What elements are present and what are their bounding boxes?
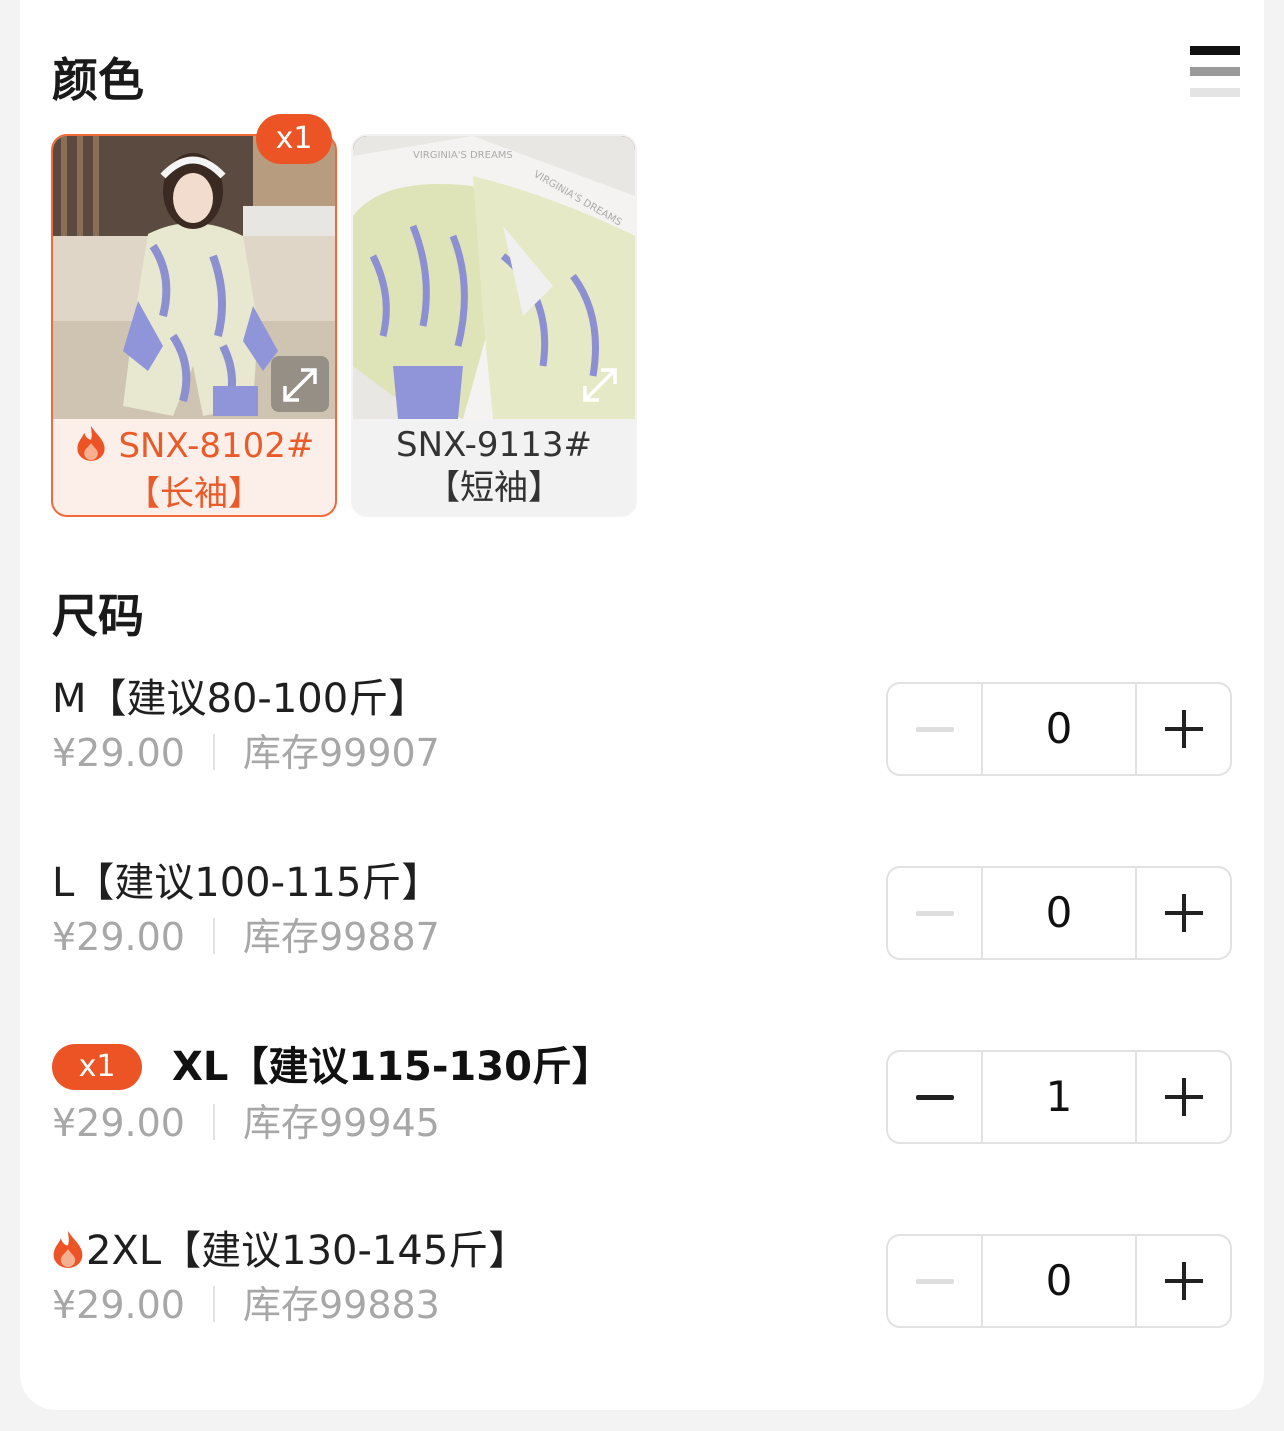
- list-view-icon: [1190, 46, 1240, 55]
- selected-count-badge: x1: [52, 1044, 142, 1090]
- decrease-button[interactable]: [888, 684, 983, 774]
- quantity-stepper: 0: [886, 1234, 1232, 1328]
- increase-button[interactable]: [1135, 1052, 1230, 1142]
- size-row-m: M【建议80-100斤】 ¥29.00 库存99907 0: [52, 674, 1232, 776]
- decrease-button[interactable]: [888, 868, 983, 958]
- quantity-stepper: 0: [886, 866, 1232, 960]
- size-price: ¥29.00: [52, 915, 185, 959]
- increase-button[interactable]: [1135, 684, 1230, 774]
- quantity-value[interactable]: 0: [983, 868, 1135, 958]
- size-section-title: 尺码: [52, 589, 144, 643]
- color-option-sleeve: 【长袖】: [126, 474, 262, 514]
- quantity-value[interactable]: 1: [983, 1052, 1135, 1142]
- expand-arrows-icon[interactable]: [571, 356, 629, 412]
- fire-icon: [50, 1229, 86, 1281]
- size-price: ¥29.00: [52, 1101, 185, 1145]
- size-stock: 库存99883: [242, 1283, 440, 1327]
- size-row-xl: x1 XL【建议115-130斤】 ¥29.00 库存99945 1: [52, 1042, 1232, 1145]
- minus-icon: [916, 911, 954, 916]
- increase-button[interactable]: [1135, 868, 1230, 958]
- size-name: XL【建议115-130斤】: [172, 1044, 612, 1090]
- svg-text:VIRGINIA'S DREAMS: VIRGINIA'S DREAMS: [413, 150, 513, 161]
- size-row-l: L【建议100-115斤】 ¥29.00 库存99887 0: [52, 858, 1232, 960]
- size-name: M【建议80-100斤】: [52, 676, 429, 722]
- color-option-code: SNX-9113#: [396, 425, 592, 465]
- minus-icon: [916, 1095, 954, 1100]
- color-option-code: SNX-8102#: [118, 426, 315, 466]
- color-option-sleeve: 【短袖】: [426, 468, 562, 508]
- quantity-stepper: 0: [886, 682, 1232, 776]
- minus-icon: [916, 727, 954, 732]
- quantity-value[interactable]: 0: [983, 1236, 1135, 1326]
- quantity-value[interactable]: 0: [983, 684, 1135, 774]
- size-name: L【建议100-115斤】: [52, 860, 442, 906]
- size-stock: 库存99887: [242, 915, 440, 959]
- selected-count-badge: x1: [256, 114, 332, 164]
- size-row-2xl: 2XL【建议130-145斤】 ¥29.00 库存99883 0: [50, 1226, 1232, 1328]
- quantity-stepper: 1: [886, 1050, 1232, 1144]
- expand-arrows-icon[interactable]: [271, 356, 329, 412]
- color-option-snx-9113[interactable]: VIRGINIA'S DREAMS VIRGINIA'S DREAMS SNX-…: [351, 134, 637, 517]
- increase-button[interactable]: [1135, 1236, 1230, 1326]
- size-stock: 库存99907: [242, 731, 440, 775]
- list-view-toggle[interactable]: [1190, 46, 1240, 98]
- fire-icon: [74, 424, 108, 473]
- size-price: ¥29.00: [52, 1283, 185, 1327]
- size-price: ¥29.00: [52, 731, 185, 775]
- color-section-title: 颜色: [52, 53, 144, 107]
- decrease-button[interactable]: [888, 1236, 983, 1326]
- minus-icon: [916, 1279, 954, 1284]
- size-name: 2XL【建议130-145斤】: [86, 1228, 529, 1274]
- decrease-button[interactable]: [888, 1052, 983, 1142]
- color-option-snx-8102[interactable]: SNX-8102# 【长袖】: [51, 134, 337, 517]
- size-stock: 库存99945: [242, 1101, 440, 1145]
